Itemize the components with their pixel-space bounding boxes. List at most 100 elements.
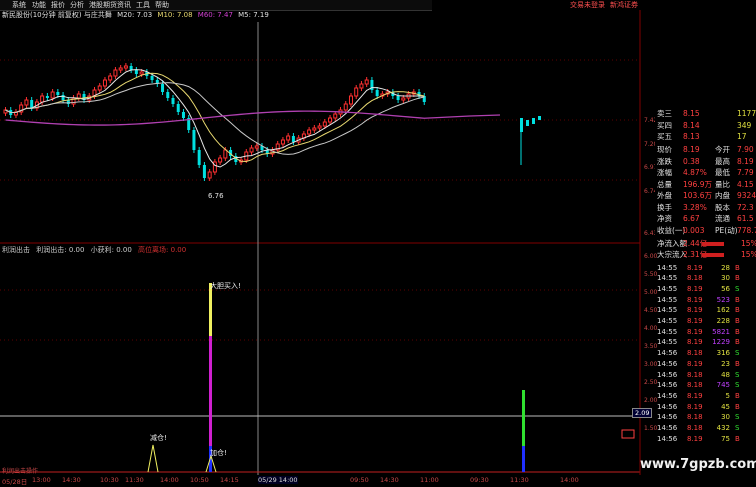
quote-label: PE(动) bbox=[715, 225, 738, 235]
reduce-label: 减仓! bbox=[150, 434, 167, 442]
quote-value: 3.28% bbox=[683, 202, 707, 212]
candle bbox=[307, 129, 312, 135]
candle bbox=[129, 66, 133, 70]
quote-label: 总量 bbox=[657, 179, 672, 189]
candle bbox=[375, 90, 379, 96]
tick-volume: 30 bbox=[721, 274, 730, 283]
quote-pct: 15% bbox=[741, 250, 756, 259]
candle bbox=[30, 100, 34, 108]
tick-time: 14:55 bbox=[657, 295, 678, 304]
tick-row: 14:55 8.19 162 B bbox=[655, 305, 756, 316]
tick-price: 8.19 bbox=[687, 284, 703, 293]
candle bbox=[40, 95, 45, 103]
quote-value: 7.79 bbox=[737, 168, 754, 177]
quote-label: 涨幅 bbox=[657, 168, 672, 177]
tick-row: 14:55 8.19 228 B bbox=[655, 316, 756, 327]
tick-direction: B bbox=[735, 306, 740, 315]
quote-label: 最低 bbox=[715, 168, 730, 177]
tick-time: 14:56 bbox=[657, 359, 678, 368]
tick-row: 14:56 8.19 75 B bbox=[655, 434, 756, 442]
tick-direction: B bbox=[735, 317, 740, 325]
candle bbox=[207, 171, 212, 179]
candle bbox=[218, 157, 223, 163]
candle bbox=[354, 87, 359, 97]
tick-price: 8.19 bbox=[687, 402, 703, 411]
quote-value: 7.90 bbox=[737, 145, 754, 154]
tick-price: 8.19 bbox=[687, 327, 703, 336]
candle bbox=[97, 85, 102, 91]
quote-label: 收益(一) bbox=[657, 225, 686, 235]
quote-label: 净资 bbox=[657, 214, 672, 223]
tick-direction: B bbox=[735, 434, 740, 442]
tick-volume: 1229 bbox=[712, 338, 730, 347]
time-tick: 11:30 bbox=[510, 476, 529, 484]
tick-volume: 162 bbox=[716, 306, 730, 315]
tick-direction: B bbox=[735, 402, 740, 411]
quote-label: 卖三 bbox=[657, 109, 672, 118]
tick-time: 14:56 bbox=[657, 402, 678, 411]
tick-time: 14:56 bbox=[657, 413, 678, 422]
tick-direction: S bbox=[735, 370, 740, 379]
tick-price: 8.18 bbox=[687, 370, 703, 379]
tick-volume: 45 bbox=[721, 402, 730, 411]
tick-price: 8.19 bbox=[687, 359, 703, 368]
tick-volume: 5821 bbox=[712, 327, 730, 336]
time-tick: 09:50 bbox=[350, 476, 369, 484]
candle bbox=[76, 93, 81, 99]
ma60-line bbox=[5, 110, 501, 126]
candle bbox=[123, 65, 128, 69]
tick-volume: 432 bbox=[716, 424, 730, 432]
candle bbox=[139, 71, 144, 75]
time-tick: 05/28日 bbox=[2, 478, 28, 486]
candle bbox=[192, 130, 196, 150]
candle bbox=[286, 135, 291, 141]
indicator-tick: 1.50 bbox=[644, 425, 658, 432]
tick-time: 14:56 bbox=[657, 434, 678, 442]
candle bbox=[50, 91, 55, 99]
tick-price: 8.18 bbox=[687, 381, 703, 390]
time-tick: 14:30 bbox=[62, 476, 81, 484]
tick-price: 8.19 bbox=[687, 317, 703, 325]
candle bbox=[134, 70, 138, 74]
quote-row: 买五 8.13 17 bbox=[655, 131, 756, 142]
quote-row: 现价 8.19 今开 7.90 bbox=[655, 144, 756, 155]
big-buy-label: 大胆买入! bbox=[210, 282, 241, 290]
indicator-tick: 2.00 bbox=[644, 397, 658, 404]
tick-volume: 56 bbox=[721, 284, 730, 293]
candle bbox=[333, 113, 338, 119]
candle bbox=[280, 139, 285, 145]
indicator-tick: 6.00 bbox=[644, 253, 658, 260]
quote-label: 流通 bbox=[715, 214, 730, 223]
candle bbox=[223, 149, 228, 159]
quote-volume: 1177 bbox=[737, 109, 756, 118]
tick-row: 14:55 8.19 5821 B bbox=[655, 327, 756, 338]
candle bbox=[317, 125, 322, 129]
candle bbox=[108, 75, 113, 81]
indicator-tick: 3.50 bbox=[644, 343, 658, 350]
quote-label: 换手 bbox=[657, 202, 672, 212]
tick-price: 8.18 bbox=[687, 424, 703, 432]
tick-direction: B bbox=[735, 274, 740, 283]
tick-price: 8.18 bbox=[687, 349, 703, 358]
tick-time: 14:55 bbox=[657, 306, 678, 315]
tick-time: 14:55 bbox=[657, 317, 678, 325]
watermark: www.7gpzb.com bbox=[640, 457, 756, 472]
quote-value: 8.14 bbox=[683, 120, 700, 130]
tick-time: 14:56 bbox=[657, 424, 678, 432]
indicator-value-small: 小获利: 0.00 bbox=[90, 246, 132, 254]
candle bbox=[176, 104, 180, 112]
candle bbox=[343, 103, 348, 111]
time-tick: 14:15 bbox=[220, 476, 239, 484]
quote-row: 大宗流入2.31亿15% bbox=[655, 249, 756, 260]
tick-volume: 228 bbox=[716, 317, 730, 325]
time-tick: 10:50 bbox=[190, 476, 209, 484]
quote-value: 8.13 bbox=[683, 132, 700, 141]
time-tick: 05/29 14:00 bbox=[258, 476, 298, 484]
quote-value: 0.003 bbox=[683, 225, 705, 235]
tick-time: 14:55 bbox=[657, 274, 678, 283]
tick-price: 8.19 bbox=[687, 338, 703, 347]
indicator-value-exit: 高位离场: 0.00 bbox=[138, 246, 187, 254]
candle bbox=[161, 84, 165, 92]
tick-price: 8.18 bbox=[687, 413, 703, 422]
quote-value: 196.9万 bbox=[683, 179, 712, 189]
